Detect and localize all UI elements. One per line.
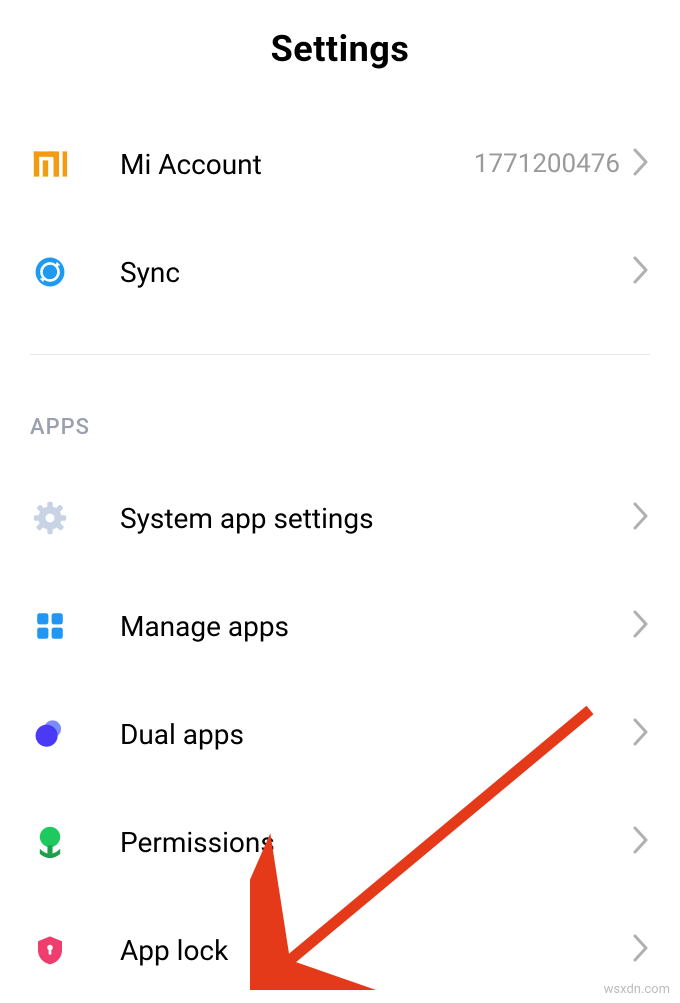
row-app-lock[interactable]: App lock — [0, 896, 680, 1003]
row-label: Sync — [120, 256, 632, 289]
mi-logo-icon — [30, 144, 70, 184]
row-label: Dual apps — [120, 718, 632, 751]
chevron-right-icon — [632, 718, 650, 750]
section-header-apps: APPS — [0, 355, 680, 464]
row-mi-account[interactable]: Mi Account 1771200476 — [0, 110, 680, 218]
sync-icon — [30, 252, 70, 292]
permissions-icon — [30, 822, 70, 862]
row-label: App lock — [120, 934, 632, 967]
row-system-app-settings[interactable]: System app settings — [0, 464, 680, 572]
row-manage-apps[interactable]: Manage apps — [0, 572, 680, 680]
row-value: 1771200476 — [474, 149, 620, 179]
watermark-text: wsxdn.com — [604, 982, 670, 997]
chevron-right-icon — [632, 256, 650, 288]
apps-grid-icon — [30, 606, 70, 646]
row-label: System app settings — [120, 502, 632, 535]
shield-lock-icon — [30, 930, 70, 970]
settings-screen: Settings Mi Account 1771200476 — [0, 0, 680, 1003]
row-label: Permissions — [120, 826, 632, 859]
page-title: Settings — [0, 0, 680, 110]
chevron-right-icon — [632, 826, 650, 858]
row-label: Mi Account — [120, 148, 474, 181]
chevron-right-icon — [632, 610, 650, 642]
dual-apps-icon — [30, 714, 70, 754]
chevron-right-icon — [632, 502, 650, 534]
chevron-right-icon — [632, 934, 650, 966]
row-dual-apps[interactable]: Dual apps — [0, 680, 680, 788]
gear-icon — [30, 498, 70, 538]
chevron-right-icon — [632, 148, 650, 180]
row-label: Manage apps — [120, 610, 632, 643]
row-permissions[interactable]: Permissions — [0, 788, 680, 896]
row-sync[interactable]: Sync — [0, 218, 680, 326]
